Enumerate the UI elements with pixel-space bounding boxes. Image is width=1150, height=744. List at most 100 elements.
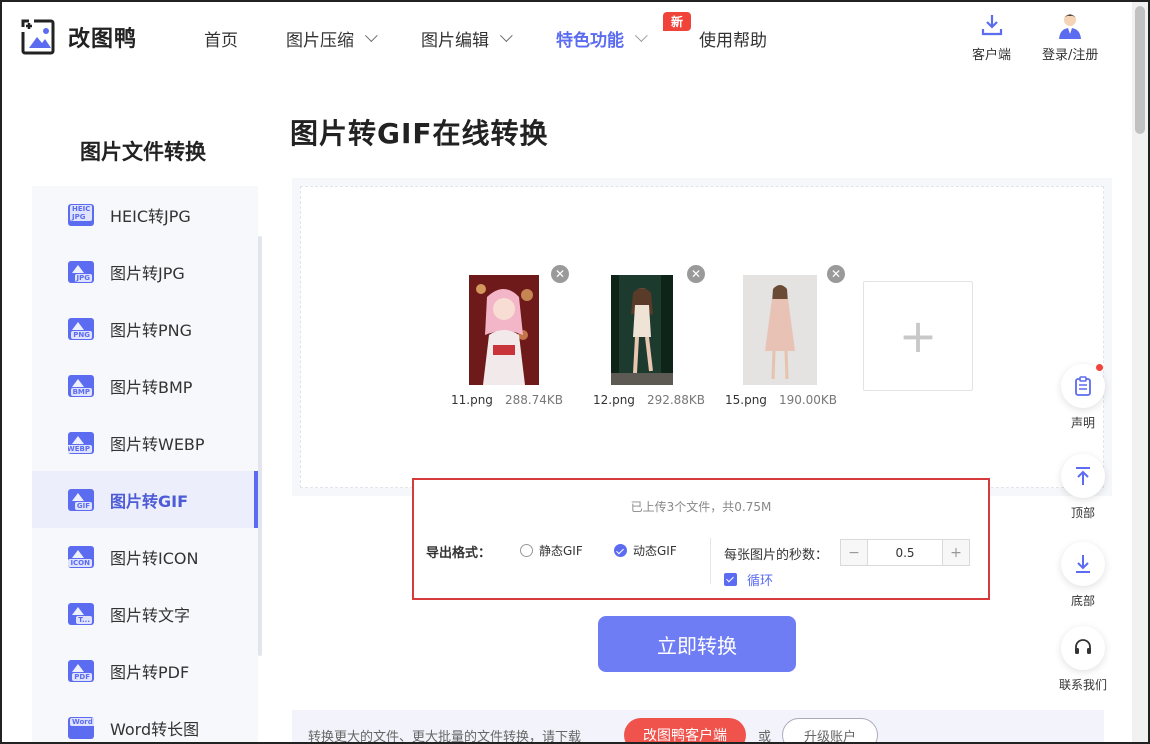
float-statement[interactable]: 声明 [1058,364,1108,431]
sidebar-title: 图片文件转换 [80,140,206,164]
webp-file-icon: WEBP [68,431,94,454]
jpg-file-icon: JPG [68,260,94,283]
nav-help[interactable]: 使用帮助 [699,26,767,51]
file-thumbnail[interactable] [611,275,673,385]
sidebar-item-label: 图片转PNG [110,320,193,340]
options-divider [710,538,711,584]
word-file-icon: Word [68,716,94,739]
sidebar-item-word-long-image[interactable]: Word Word转长图 [32,699,258,742]
login-register-link[interactable]: 登录/注册 [1042,10,1098,63]
download-client-bar: 转换更大的文件、更大批量的文件转换，请下载 改图鸭客户端 或 升级账户 [292,710,1104,744]
upload-summary: 已上传3个文件，共0.75M [630,500,772,514]
checkbox-checked-icon [724,573,737,586]
sidebar-item-to-text[interactable]: T... 图片转文字 [32,585,258,642]
float-back-to-top[interactable]: 顶部 [1058,454,1108,521]
sidebar-item-label: 图片转PDF [110,662,190,682]
remove-file-icon[interactable]: ✕ [687,265,705,283]
add-image-button[interactable]: + [863,281,973,391]
file-name: 12.png [593,393,635,407]
sidebar-item-label: 图片转GIF [110,491,189,511]
logo-icon [20,18,58,56]
sidebar-item-to-jpg[interactable]: JPG 图片转JPG [32,243,258,300]
sidebar-item-to-png[interactable]: PNG 图片转PNG [32,300,258,357]
nav-edit[interactable]: 图片编辑 [421,26,513,51]
new-badge: 新 [662,12,691,31]
sidebar-item-to-gif[interactable]: GIF 图片转GIF [32,471,258,528]
float-top-label: 顶部 [1070,506,1095,520]
convert-now-button[interactable]: 立即转换 [598,616,796,672]
nav-home[interactable]: 首页 [204,26,238,51]
nav-home-label: 首页 [204,31,238,51]
nav-edit-label: 图片编辑 [421,31,489,51]
scrollbar-thumb[interactable] [1135,6,1145,134]
icon-tag: T... [76,615,92,624]
loop-checkbox[interactable]: 循环 [724,570,773,589]
sidebar-item-label: 图片转文字 [110,605,191,625]
page-scrollbar[interactable] [1132,2,1148,742]
nav-compress-label: 图片压缩 [286,31,354,51]
sidebar-scrollbar[interactable] [258,236,262,656]
radio-checked-icon [614,544,627,557]
file-thumbnail[interactable] [743,275,817,385]
gif-options-panel: 已上传3个文件，共0.75M 导出格式： 静态GIF 动态GIF 每张图片的秒数… [412,478,990,600]
format-static-gif-radio[interactable]: 静态GIF [520,542,583,559]
icon-file-icon: ICON [68,545,94,568]
sidebar-item-heic-jpg[interactable]: HEIC JPG HEIC转JPG [32,186,258,243]
decrement-button[interactable]: − [841,540,867,565]
top-header: 改图鸭 首页 图片压缩 图片编辑 特色功能 新 使用帮助 客户端 登录/注册 [2,2,1134,74]
logo[interactable]: 改图鸭 [20,18,137,56]
float-contact-us[interactable]: 联系我们 [1058,626,1108,693]
sidebar-item-to-icon[interactable]: ICON 图片转ICON [32,528,258,585]
file-thumbnail[interactable] [469,275,539,385]
client-label: 客户端 [972,48,1012,63]
nav-features[interactable]: 特色功能 新 [556,12,691,51]
file-info: 15.png 190.00KB [725,393,837,407]
client-download-link[interactable]: 客户端 [972,12,1011,63]
icon-tag: Word [70,717,94,726]
sidebar-item-label: 图片转ICON [110,548,199,568]
sidebar-item-label: 图片转BMP [110,377,193,397]
download-client-button[interactable]: 改图鸭客户端 [624,718,746,742]
brand-name: 改图鸭 [68,27,138,52]
remove-file-icon[interactable]: ✕ [551,265,569,283]
file-info: 12.png 292.88KB [593,393,705,407]
nav-help-label: 使用帮助 [699,31,767,51]
float-to-bottom[interactable]: 底部 [1058,542,1108,609]
icon-tag: PNG [71,330,92,339]
float-statement-label: 声明 [1070,416,1095,430]
export-format-label: 导出格式： [426,546,492,561]
png-file-icon: PNG [68,317,94,340]
increment-button[interactable]: + [943,540,969,565]
file-size: 292.88KB [646,393,706,407]
icon-tag: ICON [68,558,92,567]
icon-tag: JPG [74,273,92,282]
sidebar-item-to-pdf[interactable]: PDF 图片转PDF [32,642,258,699]
sidebar-item-label: Word转长图 [110,719,200,739]
seconds-per-image-label: 每张图片的秒数： [724,548,829,563]
icon-tag: HEIC JPG [70,204,93,221]
plus-icon: + [898,309,938,363]
icon-tag: PDF [72,672,92,681]
bottom-notice: 转换更大的文件、更大批量的文件转换，请下载 [308,730,582,744]
page-title: 图片转GIF在线转换 [290,117,549,150]
headset-icon [1061,626,1105,670]
arrow-up-icon [1061,454,1105,498]
notification-dot [1096,364,1103,371]
remove-file-icon[interactable]: ✕ [827,265,845,283]
main-nav: 首页 图片压缩 图片编辑 特色功能 新 使用帮助 [204,12,815,51]
radio-icon [520,544,533,557]
sidebar-item-to-bmp[interactable]: BMP 图片转BMP [32,357,258,414]
nav-compress[interactable]: 图片压缩 [286,26,378,51]
sidebar-item-to-webp[interactable]: WEBP 图片转WEBP [32,414,258,471]
icon-tag: BMP [70,387,92,396]
format-animated-gif-radio[interactable]: 动态GIF [614,542,677,559]
upgrade-account-button[interactable]: 升级账户 [782,718,878,742]
file-info: 11.png 288.74KB [451,393,563,407]
seconds-input[interactable]: 0.5 [867,540,943,565]
uploaded-file: ✕ 15.png 190.00KB [725,265,845,407]
avatar-icon [1059,14,1082,39]
uploaded-file: ✕ 12.png 292.88KB [593,265,705,407]
loop-label: 循环 [747,574,774,589]
upload-area[interactable]: ✕ 11.png 288.74KB ✕ 12.png 292.88KB ✕ 15… [300,186,1104,488]
sidebar: HEIC JPG HEIC转JPG JPG 图片转JPG PNG 图片转PNG … [32,186,258,742]
